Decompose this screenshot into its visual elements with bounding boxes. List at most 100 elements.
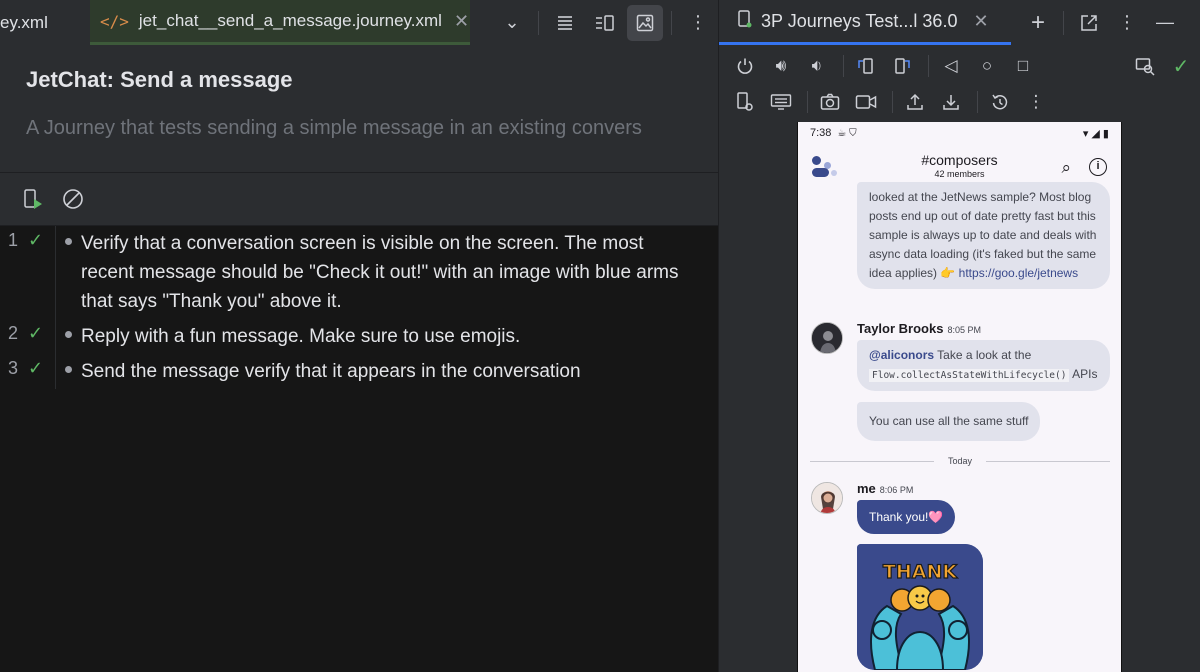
avatar[interactable] bbox=[811, 482, 843, 514]
message-bubble: Thank you!🩷 bbox=[857, 500, 956, 534]
message-text: Take a look at the bbox=[934, 348, 1032, 362]
step-number: 2 bbox=[8, 323, 19, 343]
search-icon[interactable]: ⌕ bbox=[1061, 158, 1071, 178]
message-bubble: looked at the JetNews sample? Most blog … bbox=[857, 182, 1110, 289]
message-text: APIs bbox=[1069, 367, 1098, 381]
step-gutter: 2 ✓ bbox=[0, 319, 56, 354]
device-tabbar: 3P Journeys Test...l 36.0 ✕ + ⋮ — bbox=[719, 0, 1200, 45]
channel-members: 42 members bbox=[934, 169, 985, 179]
back-icon[interactable]: ◁ bbox=[935, 50, 967, 82]
list-item[interactable]: 1 ✓ Verify that a conversation screen is… bbox=[0, 226, 718, 319]
rotate-right-icon[interactable] bbox=[886, 50, 918, 82]
avatar[interactable] bbox=[811, 322, 843, 354]
mention[interactable]: @aliconors bbox=[869, 348, 934, 362]
ide-window: ey.xml </> jet_chat__send_a_message.jour… bbox=[0, 0, 1200, 672]
status-time: 7:38 bbox=[810, 127, 832, 139]
message-time: 8:05 PM bbox=[947, 325, 981, 335]
split-view-icon[interactable] bbox=[587, 5, 623, 41]
download-icon[interactable] bbox=[935, 86, 967, 118]
more-options-icon[interactable]: ⋮ bbox=[680, 5, 716, 41]
info-icon[interactable]: i bbox=[1089, 158, 1107, 176]
more-options-icon[interactable]: ⋮ bbox=[1110, 5, 1144, 41]
reset-icon[interactable] bbox=[984, 86, 1016, 118]
volume-down-icon[interactable]: 🔉︎ bbox=[801, 50, 833, 82]
journey-steps: 1 ✓ Verify that a conversation screen is… bbox=[0, 226, 718, 672]
volume-up-icon[interactable]: 🔊︎ bbox=[765, 50, 797, 82]
list-item[interactable]: 2 ✓ Reply with a fun message. Make sure … bbox=[0, 319, 718, 354]
more-options-icon[interactable]: ⋮ bbox=[1020, 86, 1052, 118]
device-controls: 🔊︎ 🔉︎ ◁ ○ □ ✓ ⋮ bbox=[719, 48, 1200, 124]
run-journey-icon[interactable] bbox=[18, 184, 48, 214]
sticker-text-top: THANK bbox=[883, 561, 958, 583]
message-author: me 8:06 PM bbox=[857, 481, 913, 496]
overview-icon[interactable]: □ bbox=[1007, 50, 1039, 82]
tab-send-message-journey[interactable]: </> jet_chat__send_a_message.journey.xml… bbox=[90, 0, 470, 45]
bullet-icon bbox=[56, 226, 81, 319]
checkmark-icon[interactable]: ✓ bbox=[1165, 50, 1197, 82]
step-gutter: 1 ✓ bbox=[0, 226, 56, 319]
device-controls-row-1: 🔊︎ 🔉︎ ◁ ○ □ ✓ bbox=[719, 48, 1200, 84]
rotate-left-icon[interactable] bbox=[850, 50, 882, 82]
channel-header: #composers 42 members bbox=[798, 152, 1121, 179]
camera-icon[interactable] bbox=[814, 86, 846, 118]
divider bbox=[843, 55, 844, 77]
day-label: Today bbox=[947, 456, 973, 466]
step-text: Send the message verify that it appears … bbox=[81, 361, 581, 382]
power-icon[interactable] bbox=[729, 50, 761, 82]
tab-label: ey.xml bbox=[0, 12, 48, 32]
notification-icons: ☕︎ ⛉ bbox=[837, 127, 857, 139]
running-devices-pane: 3P Journeys Test...l 36.0 ✕ + ⋮ — 🔊︎ 🔉︎ bbox=[718, 0, 1200, 672]
tab-previous-journey[interactable]: ey.xml bbox=[0, 0, 90, 45]
code-icon: </> bbox=[100, 11, 129, 31]
message-link[interactable]: https://goo.gle/jetnews bbox=[959, 266, 1078, 280]
device-icon bbox=[737, 9, 753, 33]
divider bbox=[671, 10, 672, 35]
divider bbox=[977, 91, 978, 113]
author-name: Taylor Brooks bbox=[857, 321, 944, 336]
chevron-down-icon[interactable]: ⌄ bbox=[494, 5, 530, 41]
device-screen[interactable]: 7:38 ☕︎ ⛉ ▾ ◢ ▮ #composers 42 members ⌕ … bbox=[797, 122, 1122, 672]
checkmark-icon: ✓ bbox=[28, 230, 44, 250]
keyboard-icon[interactable] bbox=[765, 86, 797, 118]
home-icon[interactable]: ○ bbox=[971, 50, 1003, 82]
message-text: Thank you!🩷 bbox=[869, 510, 944, 524]
list-item[interactable]: 3 ✓ Send the message verify that it appe… bbox=[0, 354, 718, 389]
video-record-icon[interactable] bbox=[850, 86, 882, 118]
tab-label: jet_chat__send_a_message.journey.xml bbox=[138, 11, 442, 30]
divider bbox=[928, 55, 929, 77]
editor-toolbar: ⌄ ⋮ bbox=[492, 0, 718, 45]
journey-title: JetChat: Send a message bbox=[26, 67, 293, 92]
device-controls-row-2: ⋮ bbox=[719, 84, 1200, 120]
close-icon[interactable]: ✕ bbox=[973, 11, 988, 32]
text-view-icon[interactable] bbox=[547, 5, 583, 41]
stop-icon[interactable] bbox=[58, 184, 88, 214]
minimize-icon[interactable]: — bbox=[1148, 5, 1182, 41]
message-list[interactable]: looked at the JetNews sample? Most blog … bbox=[798, 182, 1121, 672]
device-settings-icon[interactable] bbox=[729, 86, 761, 118]
device-tab-label: 3P Journeys Test...l 36.0 bbox=[761, 10, 958, 31]
journey-description: A Journey that tests sending a simple me… bbox=[26, 117, 642, 139]
tab-device[interactable]: 3P Journeys Test...l 36.0 ✕ bbox=[719, 0, 1011, 45]
editor-tabbar: ey.xml </> jet_chat__send_a_message.jour… bbox=[0, 0, 718, 45]
divider bbox=[1063, 10, 1064, 35]
channel-name: #composers bbox=[921, 152, 998, 168]
bullet-icon bbox=[56, 354, 81, 389]
divider bbox=[538, 10, 539, 35]
divider bbox=[807, 91, 808, 113]
upload-icon[interactable] bbox=[899, 86, 931, 118]
step-text: Verify that a conversation screen is vis… bbox=[81, 233, 679, 312]
journey-header: JetChat: Send a message A Journey that t… bbox=[0, 45, 718, 173]
step-number: 3 bbox=[8, 358, 19, 378]
inspect-icon[interactable] bbox=[1129, 50, 1161, 82]
message-text: You can use all the same stuff bbox=[869, 414, 1029, 428]
close-icon[interactable]: ✕ bbox=[454, 11, 469, 32]
thank-you-sticker-image[interactable]: THANK bbox=[857, 544, 983, 670]
open-external-icon[interactable] bbox=[1072, 5, 1106, 41]
checkmark-icon: ✓ bbox=[28, 358, 44, 378]
step-gutter: 3 ✓ bbox=[0, 354, 56, 389]
step-number: 1 bbox=[8, 230, 19, 250]
message-bubble: You can use all the same stuff bbox=[857, 402, 1041, 441]
message-time: 8:06 PM bbox=[879, 485, 914, 495]
design-view-icon[interactable] bbox=[627, 4, 663, 41]
add-icon[interactable]: + bbox=[1021, 5, 1055, 41]
